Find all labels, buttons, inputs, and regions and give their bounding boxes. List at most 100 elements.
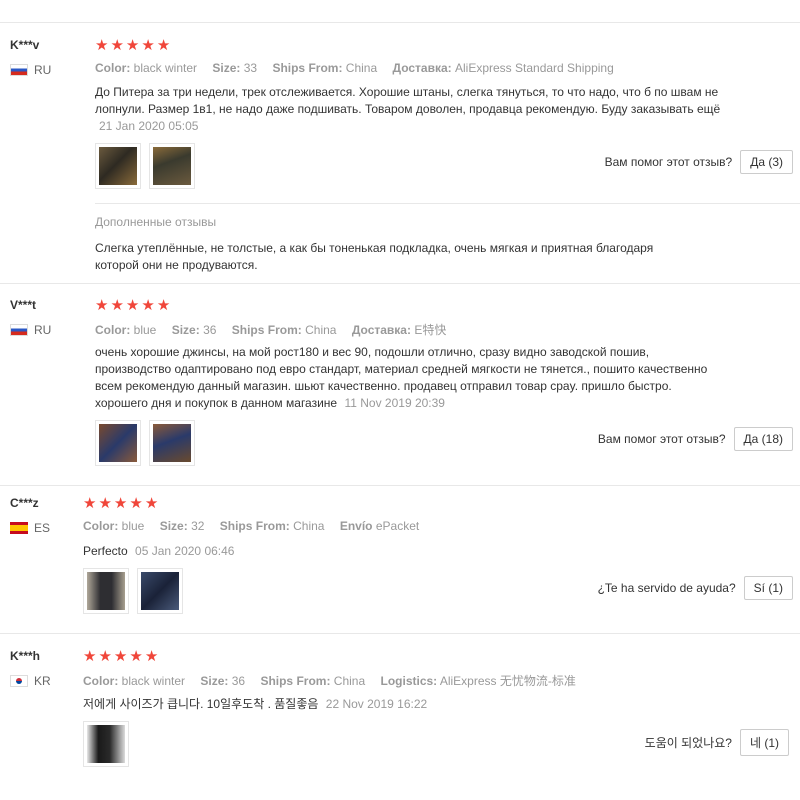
review-photo-thumbnail[interactable]: [137, 568, 183, 614]
review-photos: [83, 721, 129, 767]
attr-key: Color:: [95, 61, 131, 75]
review-text-line: 저에게 사이즈가 큽니다. 10일후도착 . 품질좋음: [83, 697, 319, 711]
reviewer-name: K***h: [10, 649, 41, 663]
helpful-question: 도움이 되었나요?: [644, 736, 732, 750]
attr-value: black winter: [133, 61, 198, 75]
star-icon: ★: [98, 648, 112, 665]
star-icon: ★: [156, 297, 171, 314]
review-date: 21 Jan 2020 05:05: [99, 119, 199, 133]
review-text-line: Perfecto: [83, 544, 128, 558]
review-attributes: Color: black winter Size: 33 Ships From:…: [95, 61, 626, 75]
star-icon: ★: [98, 495, 112, 512]
country-code: ES: [34, 521, 51, 535]
review-photos: [83, 568, 183, 614]
star-icon: ★: [144, 648, 159, 665]
review-photos: [95, 420, 195, 466]
reviewer-name: C***z: [10, 496, 39, 510]
review-date: 05 Jan 2020 06:46: [135, 544, 235, 558]
review-text: очень хорошие джинсы, на мой рост180 и в…: [95, 344, 795, 412]
country-code: RU: [34, 63, 52, 77]
review-photo-thumbnail[interactable]: [83, 721, 129, 767]
reviewer-country: KR: [10, 674, 51, 688]
review-text-line: которой они не продуваются.: [95, 258, 258, 272]
star-icon: ★: [144, 495, 159, 512]
reviewer-country: RU: [10, 323, 51, 337]
helpful-question: Вам помог этот отзыв?: [604, 155, 733, 169]
attr-value: China: [305, 323, 337, 337]
attr-value: E特快: [414, 323, 447, 337]
flag-kr-icon: [10, 675, 28, 687]
star-icon: ★: [83, 495, 97, 512]
additional-divider: [95, 203, 800, 204]
attr-value: black winter: [121, 674, 186, 688]
attr-value: 36: [231, 674, 246, 688]
attr-key: Logistics:: [380, 674, 438, 688]
star-icon: ★: [129, 648, 143, 665]
attr-key: Color:: [83, 674, 119, 688]
review-divider: [0, 283, 800, 284]
helpful-section: 도움이 되었나요? 네 (1): [645, 729, 789, 756]
country-code: RU: [34, 323, 52, 337]
star-icon: ★: [95, 37, 109, 54]
helpful-yes-button[interactable]: Да (18): [733, 427, 793, 451]
attr-key: Size:: [159, 519, 188, 533]
attr-value: AliExpress 无忧物流-标准: [439, 674, 576, 688]
star-icon: ★: [141, 37, 155, 54]
reviewer-country: RU: [10, 63, 51, 77]
attr-key: Доставка:: [351, 323, 411, 337]
helpful-yes-button[interactable]: Sí (1): [743, 576, 793, 600]
review-text-line: До Питера за три недели, трек отслеживае…: [95, 85, 719, 99]
review-attributes: Color: blue Size: 36 Ships From: China Д…: [95, 321, 458, 338]
attr-key: Color:: [83, 519, 119, 533]
review-photo-thumbnail[interactable]: [83, 568, 129, 614]
helpful-section: ¿Te ha servido de ayuda? Sí (1): [598, 576, 793, 600]
star-icon: ★: [110, 37, 124, 54]
star-icon: ★: [141, 297, 155, 314]
review-text-line: производство одаптировано под евро станд…: [95, 362, 708, 376]
additional-reviews-title: Дополненные отзывы: [95, 215, 217, 229]
review-divider: [0, 485, 800, 486]
star-icon: ★: [95, 297, 109, 314]
helpful-yes-button[interactable]: 네 (1): [739, 729, 789, 756]
helpful-yes-button[interactable]: Да (3): [740, 150, 793, 174]
helpful-question: Вам помог этот отзыв?: [597, 432, 726, 446]
top-divider: [0, 22, 800, 23]
attr-key: Ships From:: [219, 519, 290, 533]
country-code: KR: [34, 674, 51, 688]
review-text-line: Слегка утеплённые, не толстые, а как бы …: [95, 241, 654, 255]
attr-value: blue: [133, 323, 157, 337]
attr-key: Size:: [212, 61, 241, 75]
reviewer-country: ES: [10, 521, 50, 535]
reviewer-name: V***t: [10, 298, 37, 312]
attr-key: Size:: [171, 323, 200, 337]
review-attributes: Color: black winter Size: 36 Ships From:…: [83, 672, 588, 689]
review-photo-thumbnail[interactable]: [95, 420, 141, 466]
review-date: 22 Nov 2019 16:22: [325, 697, 428, 711]
attr-value: 36: [203, 323, 217, 337]
review-photos: [95, 143, 195, 189]
review-text-line: всем рекомендую данный магазин. шьют кач…: [95, 379, 672, 393]
review-photo-thumbnail[interactable]: [149, 143, 195, 189]
flag-es-icon: [10, 522, 28, 534]
helpful-section: Вам помог этот отзыв? Да (3): [605, 150, 793, 174]
star-icon: ★: [125, 37, 140, 54]
attr-key: Envío: [339, 519, 373, 533]
flag-ru-icon: [10, 64, 28, 76]
attr-key: Ships From:: [272, 61, 343, 75]
attr-value: China: [293, 519, 325, 533]
review-photo-thumbnail[interactable]: [149, 420, 195, 466]
attr-key: Color:: [95, 323, 131, 337]
review-attributes: Color: blue Size: 32 Ships From: China E…: [83, 519, 431, 533]
attr-value: 32: [191, 519, 205, 533]
review-text-line: лопнули. Размер 1в1, не надо даже подшив…: [95, 102, 721, 116]
attr-value: China: [345, 61, 378, 75]
attr-value: blue: [121, 519, 145, 533]
review-photo-thumbnail[interactable]: [95, 143, 141, 189]
star-rating: ★ ★ ★ ★ ★: [95, 298, 170, 313]
review-divider: [0, 633, 800, 634]
star-icon: ★: [110, 297, 124, 314]
helpful-section: Вам помог этот отзыв? Да (18): [598, 427, 793, 451]
reviewer-name: K***v: [10, 38, 40, 52]
star-icon: ★: [156, 37, 171, 54]
flag-ru-icon: [10, 324, 28, 336]
